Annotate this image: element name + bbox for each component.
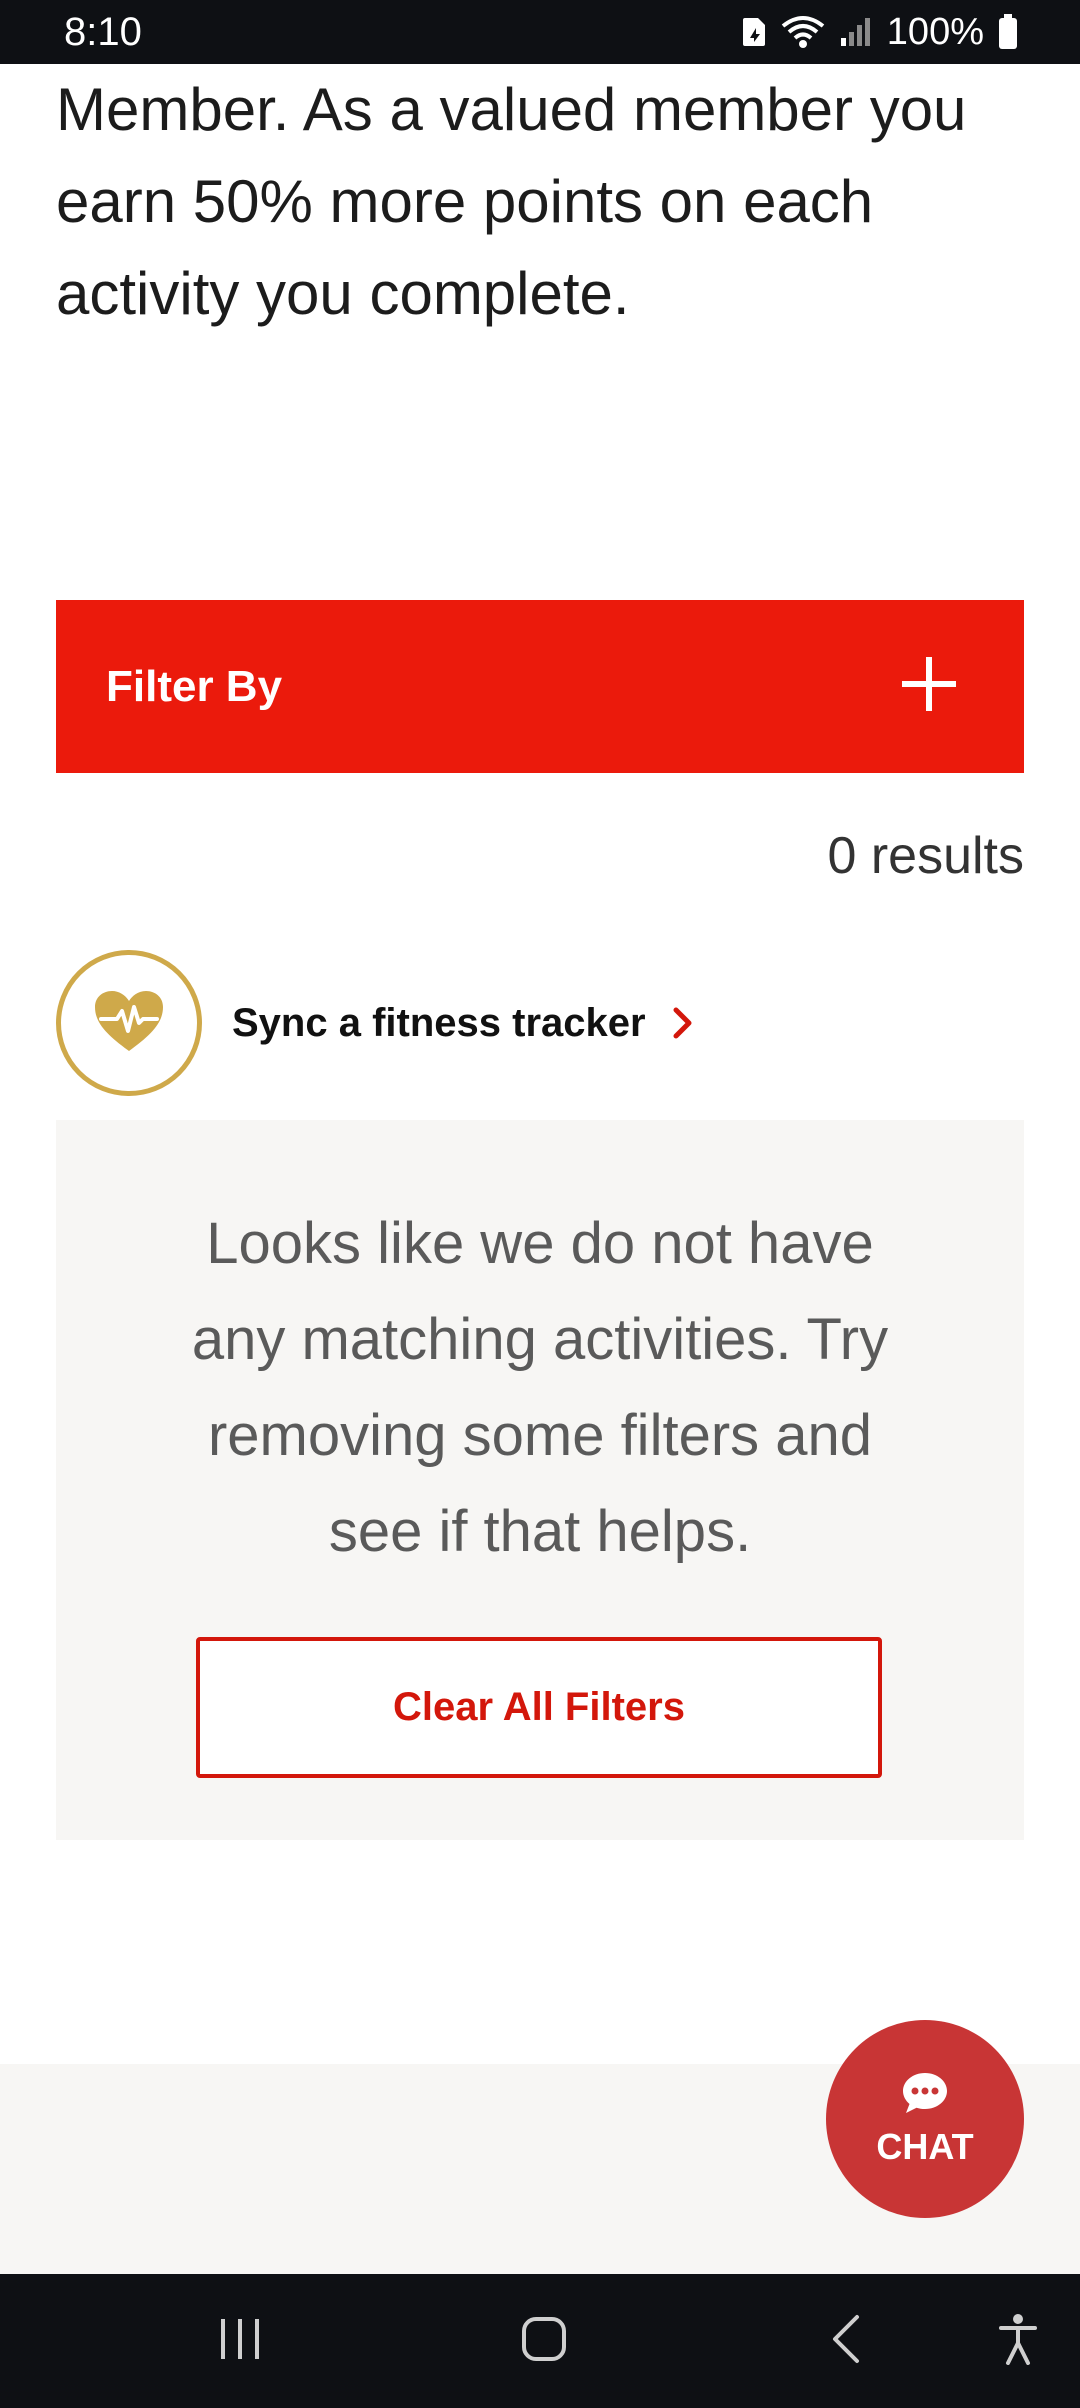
accessibility-icon — [998, 2313, 1038, 2370]
wifi-icon — [781, 14, 825, 50]
system-navigation-bar — [0, 2274, 1080, 2408]
status-bar: 8:10 100% — [0, 0, 1080, 64]
back-icon — [831, 2314, 861, 2369]
status-time: 8:10 — [64, 9, 142, 54]
battery-icon — [998, 14, 1018, 50]
recent-apps-button[interactable] — [190, 2274, 290, 2408]
screen: 8:10 100% Member. As a valued member you… — [0, 0, 1080, 2408]
sim-icon — [741, 16, 767, 48]
sync-fitness-tracker-link[interactable]: Sync a fitness tracker — [56, 950, 694, 1096]
chat-bubble-icon — [901, 2071, 949, 2120]
empty-state-panel: Looks like we do not have any matching a… — [56, 1120, 1024, 1840]
plus-icon — [902, 657, 956, 716]
accessibility-button[interactable] — [968, 2274, 1068, 2408]
clear-all-filters-button[interactable]: Clear All Filters — [196, 1637, 882, 1778]
home-button[interactable] — [494, 2274, 594, 2408]
recent-apps-icon — [218, 2318, 262, 2364]
chevron-right-icon — [672, 1007, 694, 1039]
sync-fitness-tracker-label: Sync a fitness tracker — [232, 1000, 646, 1045]
member-intro-text: Member. As a valued member you earn 50% … — [56, 36, 1036, 340]
results-count: 0 results — [827, 827, 1024, 885]
chat-button[interactable]: CHAT — [826, 2020, 1024, 2218]
intro-paragraph: Member. As a valued member you earn 50% … — [56, 76, 967, 327]
home-icon — [521, 2316, 567, 2367]
back-button[interactable] — [796, 2274, 896, 2408]
fitness-badge — [56, 950, 202, 1096]
empty-state-message: Looks like we do not have any matching a… — [191, 1211, 889, 1564]
filter-by-toggle[interactable]: Filter By — [56, 600, 1024, 773]
chat-label: CHAT — [876, 2125, 974, 2167]
battery-percent: 100% — [886, 10, 984, 53]
signal-icon — [839, 16, 873, 48]
heart-pulse-icon — [93, 989, 165, 1058]
status-icons: 100% — [741, 11, 1018, 54]
filter-by-label: Filter By — [106, 661, 283, 711]
